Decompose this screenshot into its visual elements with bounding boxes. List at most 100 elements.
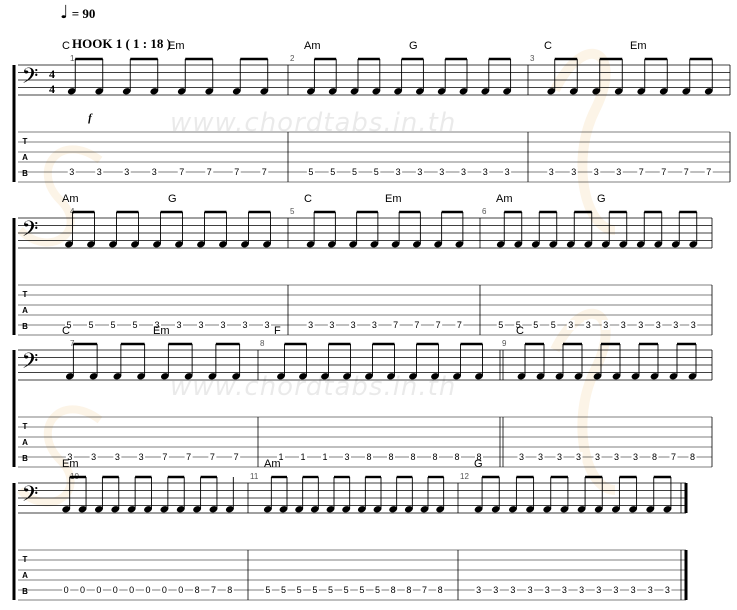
tab-fret-number: 5 [265,585,270,595]
chord-symbol: Am [62,193,79,205]
tab-fret-number: 3 [519,452,524,462]
chord-symbol: C [304,193,312,205]
tab-fret-number: 3 [510,585,515,595]
bass-clef-icon: 𝄢 [22,349,39,379]
tab-fret-number: 0 [64,585,69,595]
measure-number: 11 [250,472,259,481]
tab-fret-number: 3 [69,167,74,177]
tab-fret-number: 5 [352,167,357,177]
tab-fret-number: 5 [498,320,503,330]
tab-fret-number: 8 [195,585,200,595]
tab-fret-number: 5 [359,585,364,595]
tab-clef-letter: A [22,571,28,580]
tab-fret-number: 3 [538,452,543,462]
chord-symbol: G [168,193,177,205]
tab-fret-number: 5 [312,585,317,595]
tab-clef-letter: B [22,322,28,331]
chord-symbol: G [409,40,418,52]
tab-fret-number: 3 [152,167,157,177]
tab-fret-number: 3 [631,585,636,595]
tab-fret-number: 3 [139,452,144,462]
tab-fret-number: 7 [186,452,191,462]
tab-fret-number: 8 [438,585,443,595]
tab-fret-number: 3 [176,320,181,330]
tab-clef-letter: A [22,153,28,162]
tab-fret-number: 3 [621,320,626,330]
tab-fret-number: 3 [439,167,444,177]
tab-fret-number: 7 [684,167,689,177]
tab-fret-number: 3 [97,167,102,177]
tab-fret-number: 0 [145,585,150,595]
tab-fret-number: 3 [461,167,466,177]
tab-fret-number: 3 [198,320,203,330]
tab-fret-number: 3 [351,320,356,330]
tab-fret-number: 5 [328,585,333,595]
tab-fret-number: 3 [528,585,533,595]
tab-fret-number: 5 [308,167,313,177]
tab-fret-number: 3 [344,452,349,462]
score-canvas: 𝄢 44TAB1C Em3 3 3 3 7 7 7 72Am G5 5 5 5 3 3 3 3 3 33C Em3 3 3 3… [12,40,731,601]
tab-fret-number: 3 [242,320,247,330]
tab-clef-letter: B [22,587,28,596]
chord-symbol: C [516,325,524,337]
tab-fret-number: 3 [638,320,643,330]
tab-fret-number: 3 [372,320,377,330]
tab-fret-number: 0 [178,585,183,595]
tab-fret-number: 0 [129,585,134,595]
tab-fret-number: 8 [366,452,371,462]
tab-fret-number: 8 [388,452,393,462]
chord-symbol: Em [385,193,402,205]
tab-fret-number: 5 [374,167,379,177]
tab-fret-number: 3 [493,585,498,595]
tab-fret-number: 3 [396,167,401,177]
tab-fret-number: 7 [179,167,184,177]
tab-fret-number: 5 [551,320,556,330]
tab-fret-number: 0 [162,585,167,595]
tab-fret-number: 3 [648,585,653,595]
tab-fret-number: 3 [613,585,618,595]
tab-fret-number: 8 [391,585,396,595]
tab-fret-number: 3 [691,320,696,330]
tab-fret-number: 8 [454,452,459,462]
tab-fret-number: 3 [614,452,619,462]
tab-fret-number: 7 [234,167,239,177]
tab-fret-number: 0 [80,585,85,595]
tab-fret-number: 7 [661,167,666,177]
tab-fret-number: 5 [330,167,335,177]
tab-fret-number: 3 [115,452,120,462]
tab-fret-number: 5 [281,585,286,595]
tab-fret-number: 1 [322,452,327,462]
chord-symbol: Am [304,40,321,52]
tab-fret-number: 5 [375,585,380,595]
tab-fret-number: 7 [211,585,216,595]
tab-fret-number: 3 [545,585,550,595]
tab-fret-number: 3 [505,167,510,177]
measure-number: 2 [290,54,295,63]
tab-fret-number: 3 [264,320,269,330]
tab-fret-number: 3 [476,585,481,595]
tab-fret-number: 5 [110,320,115,330]
tab-fret-number: 3 [603,320,608,330]
tab-fret-number: 3 [483,167,488,177]
tab-fret-number: 0 [113,585,118,595]
measure-number: 9 [502,339,507,348]
measure-number: 6 [482,207,487,216]
tab-fret-number: 7 [671,452,676,462]
chord-symbol: Em [168,40,185,52]
tab-fret-number: 5 [297,585,302,595]
bass-clef-icon: 𝄢 [22,64,39,94]
chord-symbol: Em [62,458,79,470]
tab-fret-number: 3 [308,320,313,330]
tab-fret-number: 3 [91,452,96,462]
treble-clef-watermark-icon [550,308,616,495]
chord-symbol: Am [496,193,513,205]
tab-fret-number: 0 [96,585,101,595]
time-signature-top: 4 [49,67,55,81]
tab-fret-number: 8 [690,452,695,462]
tab-fret-number: 7 [234,452,239,462]
tab-fret-number: 8 [432,452,437,462]
tab-fret-number: 7 [393,320,398,330]
tab-clef-letter: T [23,555,28,564]
tab-fret-number: 3 [656,320,661,330]
tab-fret-number: 5 [533,320,538,330]
